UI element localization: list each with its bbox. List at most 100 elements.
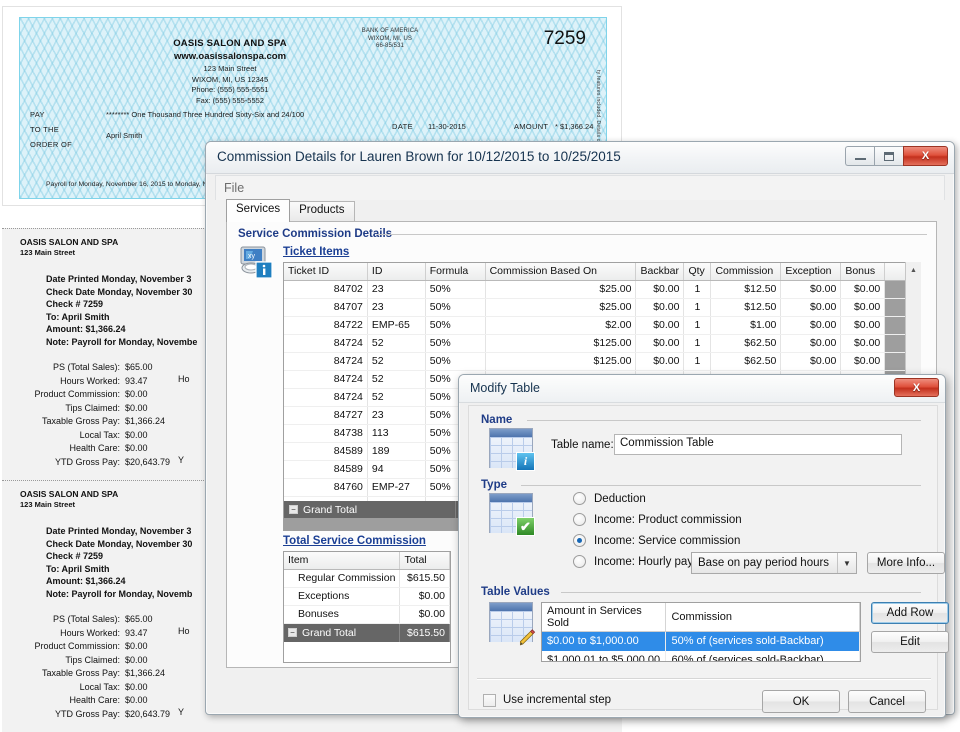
col-formula[interactable]: Formula xyxy=(425,263,485,280)
expander-icon[interactable]: − xyxy=(288,628,297,637)
table-cell: 1 xyxy=(684,316,711,334)
window-title: Commission Details for Lauren Brown for … xyxy=(217,149,621,164)
col-ticket-id[interactable]: Ticket ID xyxy=(284,263,367,280)
table-values-list[interactable]: Amount in Services Sold Commission $0.00… xyxy=(541,602,861,662)
col-bonus[interactable]: Bonus xyxy=(841,263,885,280)
check-amount-value: * $1,366.24 xyxy=(555,122,593,131)
col-commission-based-on[interactable]: Commission Based On xyxy=(485,263,636,280)
radio-icon-selected[interactable] xyxy=(573,534,586,547)
stub-line: PS (Total Sales):$65.00 xyxy=(2,361,217,375)
dialog-title-bar[interactable]: Modify Table X xyxy=(459,375,945,403)
col-amount-in-services-sold[interactable]: Amount in Services Sold xyxy=(542,603,666,632)
table-cell: $0.00 xyxy=(400,587,450,605)
stub-line-label: Taxable Gross Pay: xyxy=(2,415,125,429)
incremental-step-checkbox[interactable] xyxy=(483,694,496,707)
table-cell: EMP-65 xyxy=(367,316,425,334)
table-name-input[interactable]: Commission Table xyxy=(614,434,902,455)
table-row[interactable]: Regular Commission$615.50 xyxy=(284,569,450,587)
col-backbar[interactable]: Backbar xyxy=(636,263,684,280)
table-cell: $62.50 xyxy=(711,334,781,352)
table-row[interactable]: Bonuses$0.00 xyxy=(284,605,450,623)
grand-total-text: Grand Total xyxy=(303,504,357,516)
table-row[interactable]: Exceptions$0.00 xyxy=(284,587,450,605)
tab-products[interactable]: Products xyxy=(289,201,354,222)
radio-icon[interactable] xyxy=(573,555,586,568)
table-row[interactable]: 847022350%$25.00$0.001$12.50$0.00$0.00 xyxy=(284,280,920,298)
window-title-bar[interactable]: Commission Details for Lauren Brown for … xyxy=(206,142,954,174)
radio-icon[interactable] xyxy=(573,513,586,526)
radio-label: Deduction xyxy=(594,493,646,505)
table-cell: 94 xyxy=(367,460,425,478)
stub-to: To: April Smith xyxy=(46,563,192,576)
stub-line-label: PS (Total Sales): xyxy=(2,361,125,375)
icon-grid-body: ✔ xyxy=(490,502,532,533)
table-cell: $0.00 xyxy=(636,316,684,334)
table-cell: 50% xyxy=(425,352,485,370)
table-row[interactable]: 847072350%$25.00$0.001$12.50$0.00$0.00 xyxy=(284,298,920,316)
table-cell: 52 xyxy=(367,370,425,388)
col-commission[interactable]: Commission xyxy=(666,603,860,632)
radio-service-commission[interactable]: Income: Service commission xyxy=(573,534,740,547)
stub-address: 123 Main Street xyxy=(20,500,75,509)
cancel-button[interactable]: Cancel xyxy=(848,690,926,713)
tab-services[interactable]: Services xyxy=(226,199,290,222)
table-cell: $2.00 xyxy=(485,316,636,334)
table-cell: $125.00 xyxy=(485,352,636,370)
table-values-group-title: Table Values xyxy=(481,586,550,598)
stub-line-value: $0.00 xyxy=(125,681,217,695)
table-cell: $1.00 xyxy=(711,316,781,334)
stub-note: Note: Payroll for Monday, Novemb xyxy=(46,588,192,601)
ticket-items-header[interactable]: Ticket Items xyxy=(283,246,349,258)
table-cell: 23 xyxy=(367,280,425,298)
col-commission[interactable]: Commission xyxy=(711,263,781,280)
list-item[interactable]: $0.00 to $1,000.0050% of (services sold-… xyxy=(542,632,860,651)
minimize-icon xyxy=(855,158,866,160)
table-cell: $0.00 xyxy=(841,352,885,370)
menu-item-file[interactable]: File xyxy=(224,181,244,195)
stub-amount: Amount: $1,366.24 xyxy=(46,323,197,336)
total-commission-grid[interactable]: Item Total Regular Commission$615.50Exce… xyxy=(283,551,451,663)
col-total[interactable]: Total xyxy=(400,552,450,569)
stub-note: Note: Payroll for Monday, Novembe xyxy=(46,336,197,349)
col-exception[interactable]: Exception xyxy=(781,263,841,280)
table-cell: $0.00 xyxy=(636,298,684,316)
col-item[interactable]: Item xyxy=(284,552,400,569)
table-name-label: Table name: xyxy=(551,439,614,451)
chevron-down-icon[interactable]: ▼ xyxy=(837,553,856,573)
hourly-basis-dropdown[interactable]: Base on pay period hours ▼ xyxy=(691,552,857,574)
table-row[interactable]: 847245250%$125.00$0.001$62.50$0.00$0.00 xyxy=(284,352,920,370)
stub-line-value: 93.47 xyxy=(125,627,217,641)
table-cell: 1 xyxy=(684,280,711,298)
radio-product-commission[interactable]: Income: Product commission xyxy=(573,513,742,526)
minimize-button[interactable] xyxy=(845,146,874,166)
ok-button[interactable]: OK xyxy=(762,690,840,713)
add-row-button[interactable]: Add Row xyxy=(871,602,949,624)
check-date-label: DATE xyxy=(392,122,413,131)
radio-icon[interactable] xyxy=(573,492,586,505)
close-button[interactable]: X xyxy=(903,146,948,166)
icon-header-band xyxy=(490,494,532,502)
table-row[interactable]: 847245250%$125.00$0.001$62.50$0.00$0.00 xyxy=(284,334,920,352)
stub-line: YTD Gross Pay:$20,643.79 xyxy=(2,708,217,722)
table-cell: $0.00 xyxy=(781,352,841,370)
table-cell: Bonuses xyxy=(284,605,400,623)
stub-line: Product Commission:$0.00 xyxy=(2,640,217,654)
more-info-button[interactable]: More Info... xyxy=(867,552,945,574)
check-tothe-label: TO THE xyxy=(30,125,59,134)
expander-icon[interactable]: − xyxy=(289,505,298,514)
col-qty[interactable]: Qty xyxy=(684,263,711,280)
stub-line-label: Hours Worked: xyxy=(2,375,125,389)
table-row[interactable]: 84722EMP-6550%$2.00$0.001$1.00$0.00$0.00 xyxy=(284,316,920,334)
maximize-button[interactable] xyxy=(874,146,903,166)
dialog-close-button[interactable]: X xyxy=(894,378,939,397)
col-id[interactable]: ID xyxy=(367,263,425,280)
edit-button[interactable]: Edit xyxy=(871,631,949,653)
radio-hourly-pay[interactable]: Income: Hourly pay xyxy=(573,555,693,568)
table-cell: $0.00 xyxy=(781,316,841,334)
list-item[interactable]: $1,000.01 to $5,000.0060% of (services s… xyxy=(542,651,860,663)
list-cell-amount: $1,000.01 to $5,000.00 xyxy=(542,651,666,663)
radio-deduction[interactable]: Deduction xyxy=(573,492,646,505)
scroll-up-icon[interactable]: ▲ xyxy=(906,262,921,278)
stub-line-value: 93.47 xyxy=(125,375,217,389)
total-service-commission-header[interactable]: Total Service Commission xyxy=(283,535,426,547)
